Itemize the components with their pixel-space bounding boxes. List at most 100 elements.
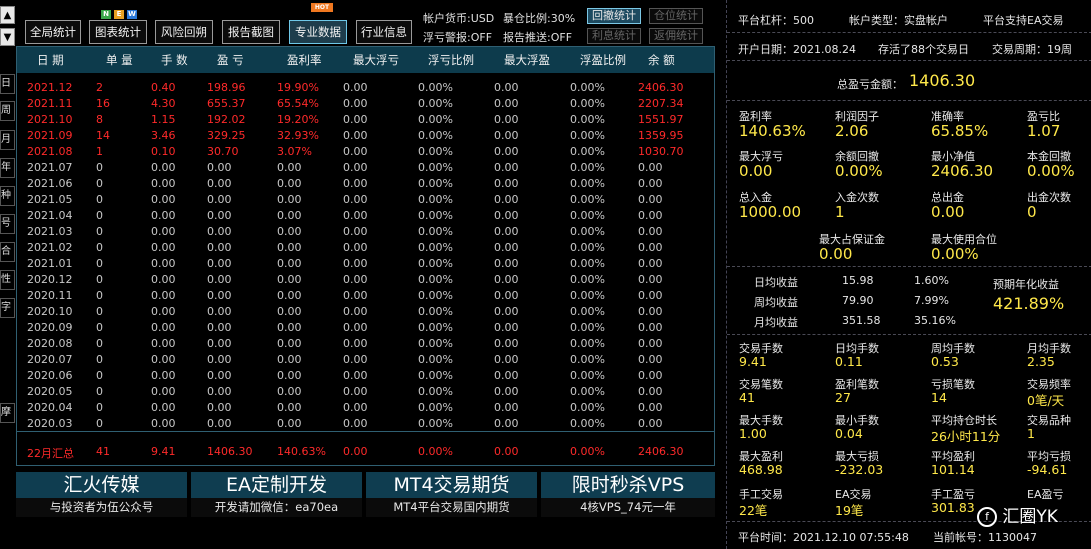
table-cell: 0.00 [207,161,232,174]
metric-value: 0.00% [931,245,979,263]
industry-info-button[interactable]: 行业信息 [356,20,412,44]
avg-return-value: 79.90 [842,294,874,307]
table-cell: 0.00% [418,193,453,206]
column-header[interactable]: 最大浮亏 [353,52,399,68]
table-cell: 0.00 [343,417,368,430]
side-tab[interactable]: 字 [0,298,15,318]
banner-media[interactable]: 汇火传媒 与投资者为伍公众号 [16,472,187,517]
side-tab[interactable]: 年 [0,158,15,178]
report-screenshot-button[interactable]: 报告截图 [222,20,280,44]
banner-sub: 与投资者为伍公众号 [16,498,187,517]
metric-value: 140.63% [739,122,806,140]
table-cell: 0.00 [151,401,176,414]
metric-value: 2.35 [1027,354,1055,369]
banner-title: EA定制开发 [191,472,362,498]
table-cell: 198.96 [207,81,246,94]
table-cell: 0.00 [638,321,663,334]
pro-data-button[interactable]: 专业数据 [289,20,347,44]
table-cell: 0.00 [343,193,368,206]
side-tab[interactable]: 种 [0,186,15,206]
table-cell: 0.00 [343,273,368,286]
table-cell: 0.00 [494,129,519,142]
column-header[interactable]: 浮盈比例 [580,52,626,68]
table-cell: 2021.10 [27,113,73,126]
summary-cell: 1406.30 [207,445,253,458]
banner-vps[interactable]: 限时秒杀VPS 4核VPS_74元一年 [541,472,715,517]
divider [727,100,1091,101]
table-cell: 0.00 [277,289,302,302]
table-cell: 0.00 [151,321,176,334]
table-cell: 0.00 [638,273,663,286]
side-tab[interactable]: 日 [0,74,15,94]
side-tab[interactable]: 摩 [0,403,15,423]
scroll-up-button[interactable]: ▲ [0,6,15,24]
table-cell: 0.00 [638,241,663,254]
column-header[interactable]: 盈利率 [287,52,322,68]
table-cell: 0.00 [343,161,368,174]
table-cell: 0.00 [151,353,176,366]
annual-return-value: 421.89% [993,294,1065,313]
column-header[interactable]: 手 数 [161,52,188,68]
table-cell: 0.00 [343,241,368,254]
risk-backtrack-button[interactable]: 风险回朔 [155,20,213,44]
account-currency: 帐户货币:USD [423,12,495,25]
rebate-stats-button[interactable]: 返佣统计 [649,28,703,44]
leverage: 平台杠杆：500 [738,14,814,27]
table-cell: 0 [96,177,103,190]
global-stats-button[interactable]: 全局统计 [25,20,81,44]
table-cell: 0.00 [494,209,519,222]
table-cell: 0.00 [343,209,368,222]
annual-return-label: 预期年化收益 [993,278,1059,291]
table-cell: 0.00% [418,369,453,382]
interest-stats-button[interactable]: 利息统计 [587,28,641,44]
table-cell: 0 [96,257,103,270]
metric-value: 1 [1027,426,1035,441]
side-tab[interactable]: 合 [0,242,15,262]
table-cell: 14 [96,129,110,142]
table-cell: 1359.95 [638,129,684,142]
table-cell: 2406.30 [638,81,684,94]
column-header[interactable]: 浮亏比例 [428,52,474,68]
table-cell: 0.00% [418,145,453,158]
table-cell: 0.00 [343,145,368,158]
avg-return-value: 351.58 [842,314,881,327]
table-cell: 0.00 [151,161,176,174]
avg-return-pct: 7.99% [914,294,949,307]
table-cell: 0.00 [277,305,302,318]
table-cell: 0.00 [494,81,519,94]
column-header[interactable]: 最大浮盈 [504,52,550,68]
side-tab[interactable]: 性 [0,270,15,290]
side-tab[interactable]: 周 [0,101,15,121]
table-cell: 0.00 [207,321,232,334]
side-tab[interactable]: 月 [0,130,15,150]
table-cell: 0.00 [207,305,232,318]
table-cell: 3.07% [277,145,312,158]
table-cell: 0.00 [151,417,176,430]
summary-cell: 0.00 [494,445,519,458]
table-row: 2021.07 0 0.00 0.00 0.00 0.00 0.00% 0.00 0.00% 0.… [17,161,714,177]
metric-value: 1.00 [739,426,767,441]
summary-cell: 9.41 [151,445,176,458]
table-cell: 0.00% [418,129,453,142]
position-stats-button[interactable]: 仓位统计 [649,8,703,24]
table-cell: 0.00 [638,369,663,382]
column-header[interactable]: 日 期 [37,52,64,68]
column-header[interactable]: 单 量 [106,52,133,68]
table-cell: 0 [96,241,103,254]
table-cell: 2020.08 [27,337,73,350]
table-cell: 0.00 [277,385,302,398]
column-header[interactable]: 余 额 [648,52,675,68]
table-cell: 0.00 [207,337,232,350]
table-cell: 1030.70 [638,145,684,158]
drawdown-stats-button[interactable]: 回撤统计 [587,8,641,24]
open-date: 开户日期：2021.08.24 [738,43,856,56]
table-cell: 0 [96,225,103,238]
total-pnl-value: 1406.30 [909,71,976,90]
avg-return-pct: 35.16% [914,314,956,327]
banner-ea-dev[interactable]: EA定制开发 开发请加微信：ea70ea [191,472,362,517]
chart-stats-button[interactable]: 图表统计 [89,20,147,44]
side-tab[interactable]: 号 [0,214,15,234]
scroll-down-button[interactable]: ▼ [0,28,15,46]
banner-mt4-futures[interactable]: MT4交易期货 MT4平台交易国内期货 [366,472,537,517]
column-header[interactable]: 盈 亏 [217,52,244,68]
